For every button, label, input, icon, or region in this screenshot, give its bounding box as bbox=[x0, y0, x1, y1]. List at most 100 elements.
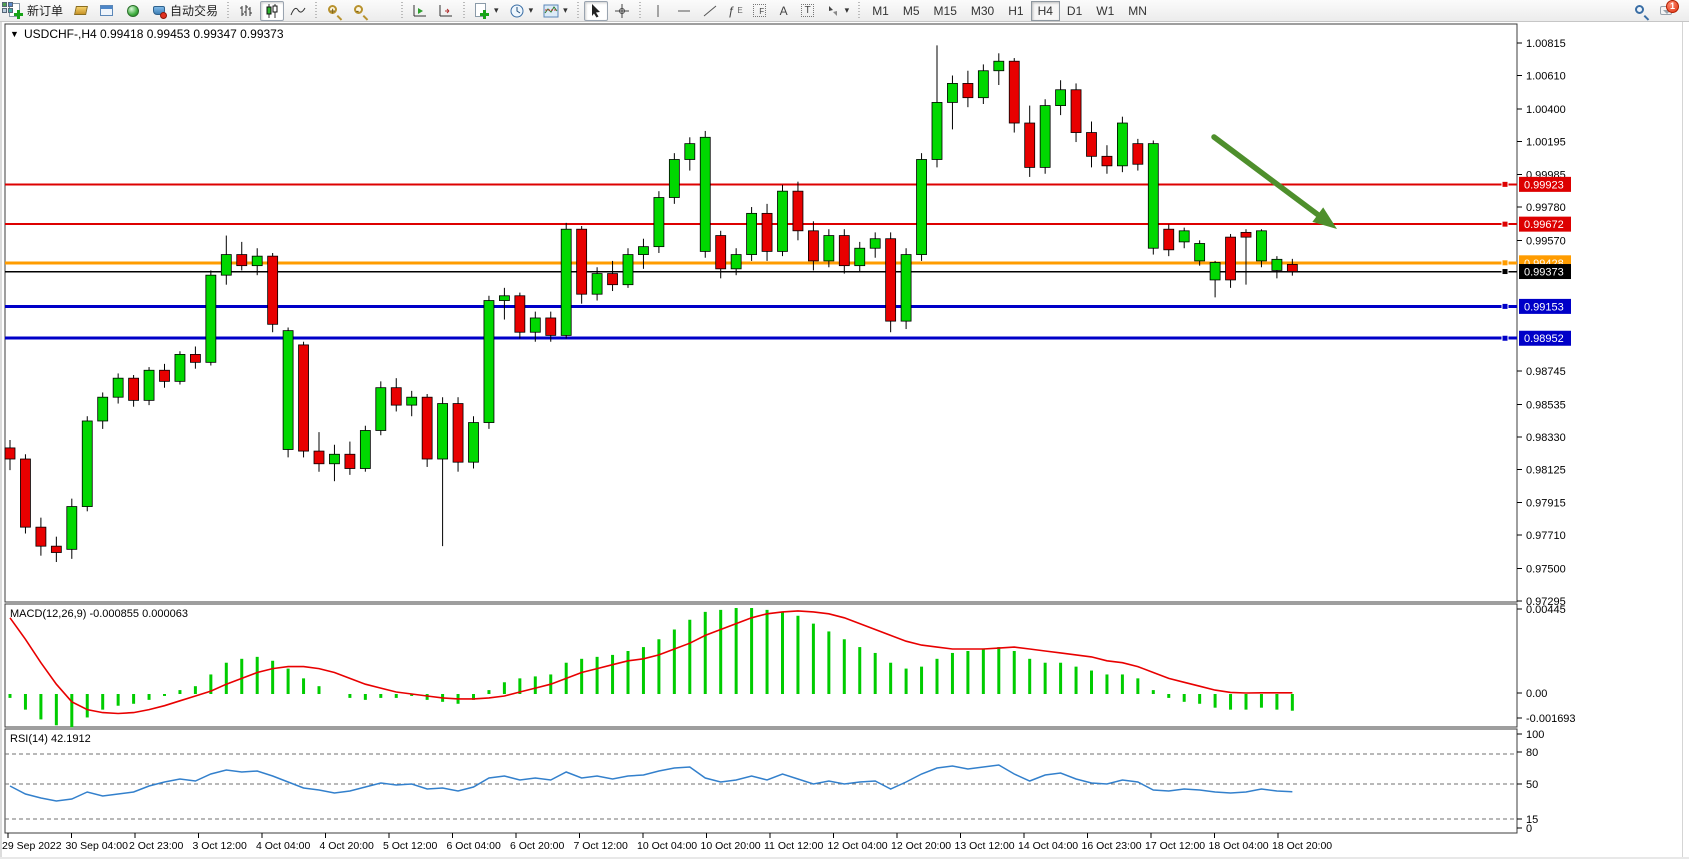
profiles-button[interactable] bbox=[69, 1, 93, 21]
bar-chart-mode-button[interactable] bbox=[234, 1, 258, 21]
candle-body bbox=[901, 255, 911, 322]
timeframe-d1[interactable]: D1 bbox=[1060, 1, 1089, 21]
chart-background bbox=[0, 22, 1689, 859]
time-tick-label: 18 Oct 20:00 bbox=[1272, 840, 1332, 852]
price-level-badge-label: 0.99923 bbox=[1524, 179, 1564, 191]
candle-body bbox=[1040, 106, 1050, 168]
tile-windows-button[interactable] bbox=[374, 1, 396, 21]
toolbar-separator bbox=[577, 2, 579, 20]
timeframe-mn[interactable]: MN bbox=[1121, 1, 1154, 21]
vline-tool-button[interactable] bbox=[646, 1, 670, 21]
notification-badge: 1 bbox=[1666, 0, 1679, 13]
line-chart-icon bbox=[290, 3, 306, 19]
candle-body bbox=[855, 248, 865, 265]
hline-anchor[interactable] bbox=[1502, 269, 1508, 275]
hline-anchor[interactable] bbox=[1502, 221, 1508, 227]
time-tick-label: 14 Oct 04:00 bbox=[1018, 840, 1078, 852]
grid-tool-button[interactable]: F bbox=[749, 1, 771, 21]
crosshair-tool-button[interactable] bbox=[610, 1, 634, 21]
candle-body bbox=[329, 454, 339, 464]
notifications-button[interactable]: 1 bbox=[1655, 1, 1679, 21]
price-tick-label: 0.99780 bbox=[1526, 202, 1566, 214]
hline-anchor[interactable] bbox=[1502, 335, 1508, 341]
text-tool-icon: A bbox=[780, 4, 788, 18]
template-button[interactable]: ▾ bbox=[539, 1, 572, 21]
candle-body bbox=[1071, 90, 1081, 133]
market-watch-button[interactable] bbox=[95, 1, 119, 21]
auto-scroll-button[interactable] bbox=[408, 1, 432, 21]
hline-anchor[interactable] bbox=[1502, 181, 1508, 187]
hline-anchor[interactable] bbox=[1502, 303, 1508, 309]
arrows-tool-button[interactable]: ▾ bbox=[821, 1, 854, 21]
candle-body bbox=[654, 198, 664, 247]
cursor-tool-button[interactable] bbox=[584, 1, 608, 21]
chart-canvas[interactable]: 1.008151.006101.004001.001950.999850.997… bbox=[0, 0, 1689, 859]
timeframe-w1[interactable]: W1 bbox=[1089, 1, 1121, 21]
candle-body bbox=[808, 231, 818, 261]
search-button[interactable] bbox=[1629, 1, 1653, 21]
candle-body bbox=[1025, 123, 1035, 167]
tile-windows-icon bbox=[2, 2, 14, 14]
price-level-badge-label: 0.99672 bbox=[1524, 219, 1564, 231]
timeframe-h1[interactable]: H1 bbox=[1001, 1, 1030, 21]
timeframe-m15[interactable]: M15 bbox=[927, 1, 964, 21]
candle-body bbox=[206, 275, 216, 362]
candle-body bbox=[669, 159, 679, 197]
text-label-tool-button[interactable]: T bbox=[797, 1, 819, 21]
time-tick-label: 16 Oct 23:00 bbox=[1082, 840, 1142, 852]
line-chart-mode-button[interactable] bbox=[286, 1, 310, 21]
timeframe-m30[interactable]: M30 bbox=[964, 1, 1001, 21]
timeframe-h4[interactable]: H4 bbox=[1031, 1, 1060, 21]
chart-shift-button[interactable] bbox=[434, 1, 458, 21]
time-tick-label: 4 Oct 04:00 bbox=[256, 840, 310, 852]
market-watch-icon bbox=[99, 3, 115, 19]
candle-body bbox=[1195, 243, 1205, 260]
candlestick-mode-button[interactable] bbox=[260, 1, 284, 21]
hline-tool-button[interactable] bbox=[672, 1, 696, 21]
candle-body bbox=[360, 430, 370, 468]
candle-body bbox=[1009, 61, 1019, 123]
candle-body bbox=[731, 255, 741, 269]
candle-body bbox=[716, 236, 726, 269]
candle-body bbox=[1210, 262, 1220, 279]
rsi-axis-label: 100 bbox=[1526, 729, 1544, 741]
fibonacci-tool-button[interactable]: ƒ E bbox=[724, 1, 747, 21]
hline-anchor[interactable] bbox=[1502, 260, 1508, 266]
trendline-tool-button[interactable] bbox=[698, 1, 722, 21]
navigator-icon bbox=[125, 3, 141, 19]
time-tick-label: 5 Oct 12:00 bbox=[383, 840, 437, 852]
time-tick-label: 2 Oct 23:00 bbox=[129, 840, 183, 852]
price-tick-label: 0.98330 bbox=[1526, 432, 1566, 444]
macd-axis-label: -0.001693 bbox=[1526, 713, 1576, 725]
periods-button[interactable]: ▾ bbox=[505, 1, 538, 21]
timeframe-m1[interactable]: M1 bbox=[865, 1, 896, 21]
timeframe-m5[interactable]: M5 bbox=[896, 1, 927, 21]
toolbar-separator bbox=[639, 2, 641, 20]
candle-body bbox=[345, 454, 355, 468]
candle-body bbox=[1056, 90, 1066, 106]
window-right-edge bbox=[1682, 22, 1683, 859]
search-icon bbox=[1633, 3, 1649, 19]
text-tool-button[interactable]: A bbox=[773, 1, 795, 21]
time-tick-label: 7 Oct 12:00 bbox=[574, 840, 628, 852]
candle-body bbox=[608, 274, 618, 285]
auto-trading-label: 自动交易 bbox=[170, 2, 218, 19]
auto-scroll-icon bbox=[412, 3, 428, 19]
candle-body bbox=[36, 527, 46, 546]
time-tick-label: 10 Oct 20:00 bbox=[701, 840, 761, 852]
navigator-button[interactable] bbox=[121, 1, 145, 21]
candle-body bbox=[1272, 259, 1282, 270]
candle-body bbox=[422, 397, 432, 459]
new-chart-button[interactable]: ▾ bbox=[470, 1, 503, 21]
zoom-in-button[interactable]: + bbox=[322, 1, 346, 21]
chat-bubble-icon: 1 bbox=[1659, 3, 1675, 19]
chart-menu-arrow[interactable]: ▼ bbox=[10, 29, 19, 39]
candle-body bbox=[469, 423, 479, 463]
auto-trading-button[interactable]: 自动交易 bbox=[147, 1, 222, 21]
vertical-line-icon bbox=[650, 3, 666, 19]
candle-body bbox=[1102, 156, 1112, 166]
zoom-out-button[interactable]: - bbox=[348, 1, 372, 21]
candle-body bbox=[747, 213, 757, 254]
candle-body bbox=[453, 404, 463, 463]
candle-body bbox=[870, 239, 880, 249]
